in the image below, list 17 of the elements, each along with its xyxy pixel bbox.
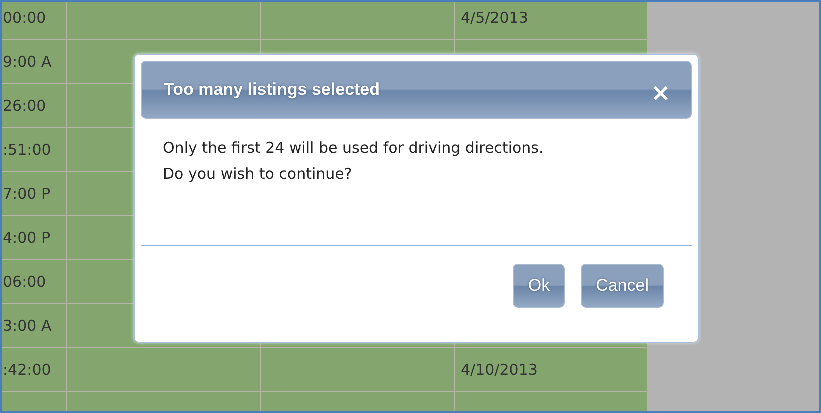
dialog-message: Only the first 24 will be used for driving directions. xyxy=(163,138,545,159)
table-cell: 26:00 xyxy=(2,84,67,128)
table-cell: 4/5/2013 xyxy=(455,2,648,40)
table-cell: 9:00 A xyxy=(2,40,67,84)
close-button[interactable]: × xyxy=(650,81,671,105)
cancel-button[interactable]: Cancel xyxy=(581,264,664,308)
table-cell: 4/10/2013 xyxy=(455,348,648,392)
ok-button[interactable]: Ok xyxy=(513,264,566,308)
table-cell: 3:00 A xyxy=(2,304,67,348)
table-cell: :51:00 xyxy=(2,128,67,172)
table-cell: 4:00 P xyxy=(2,216,67,260)
dialog-message: Do you wish to continue? xyxy=(163,164,354,185)
table-cell: 7:00 P xyxy=(2,172,67,216)
table-cell: 00:00 xyxy=(2,2,67,40)
dialog-title: Too many listings selected xyxy=(164,80,380,100)
table-cell: 06:00 xyxy=(2,260,67,304)
table-cell: :42:00 xyxy=(2,348,67,392)
